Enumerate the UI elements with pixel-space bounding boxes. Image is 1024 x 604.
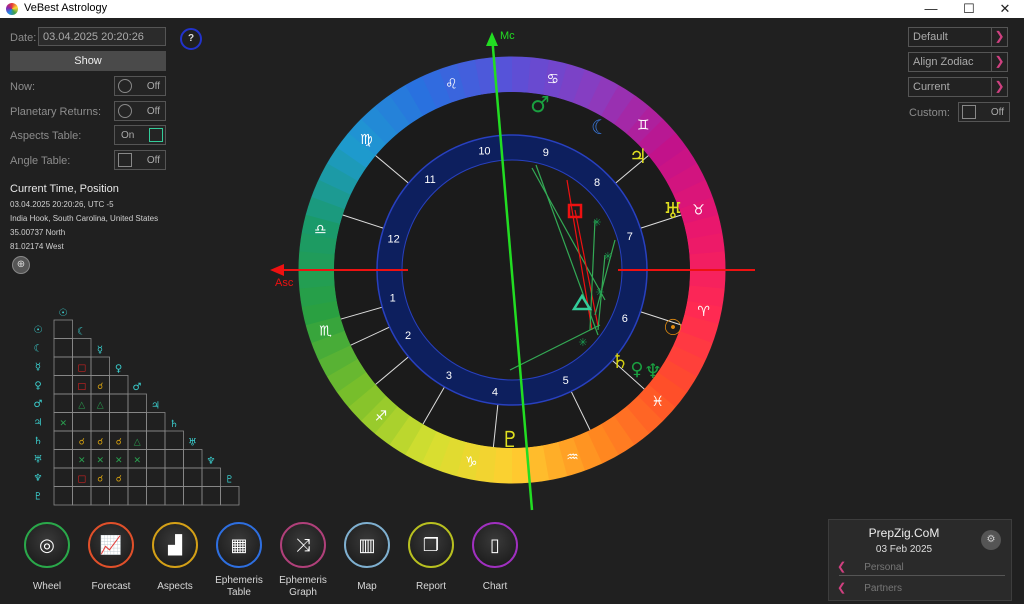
chevron-left-icon: ❮: [837, 561, 847, 573]
profile-panel: PrepZig.CoM 03 Feb 2025 ⚙ ❮ Personal ❮ Par…: [828, 519, 1012, 601]
chart-icon: ▯: [490, 534, 500, 556]
partners-label: Partners: [864, 583, 903, 594]
zodiac-glyph-0: ♈: [697, 304, 710, 320]
zodiac-glyph-5: ♍: [360, 132, 373, 148]
uranus-planet-icon: ♅: [663, 199, 683, 224]
mc-label: Mc: [500, 30, 515, 42]
sextile-mark: ✳: [578, 336, 587, 349]
zodiac-ring-segment: [510, 56, 531, 93]
nav-label: Ephemeris Table: [215, 575, 263, 598]
zodiac-glyph-9: ♑: [465, 455, 478, 471]
saturn-planet-icon: ♄: [611, 349, 629, 373]
wheel-icon: ◎: [39, 534, 55, 556]
asc-label: Asc: [275, 277, 294, 289]
partners-item[interactable]: ❮ Partners: [837, 581, 1007, 594]
house-number-3: 3: [446, 370, 452, 382]
nav-aspects-button[interactable]: ▟: [152, 522, 198, 568]
house-number-11: 11: [424, 174, 435, 186]
house-number-1: 1: [390, 293, 396, 305]
house-number-8: 8: [594, 177, 600, 189]
nav-label: Map: [357, 581, 377, 592]
house-number-4: 4: [492, 386, 498, 398]
map-icon: ▥: [358, 534, 376, 556]
zodiac-glyph-8: ♐: [375, 409, 388, 425]
neptune-planet-icon: ♆: [644, 359, 662, 383]
mc-arrowhead-icon: [486, 32, 498, 46]
report-icon: ❐: [422, 534, 440, 556]
nav-label: Forecast: [91, 581, 131, 592]
asc-arrowhead-icon: [270, 264, 284, 276]
nav-label: Chart: [482, 581, 508, 592]
profile-date: 03 Feb 2025: [875, 544, 933, 555]
sextile-mark: ✳: [595, 286, 604, 299]
forecast-icon: 📈: [99, 534, 123, 556]
nav-chart-button[interactable]: ▯: [472, 522, 518, 568]
natal-chart-wheel[interactable]: ♈♉♊♋♌♍♎♏♐♑ ♒♓123456789101112✳✳✳✳McAsc♂☾♃♅…: [0, 0, 1024, 604]
zodiac-glyph-1: ♉: [692, 202, 705, 218]
zodiac-ring-segment: [689, 268, 726, 289]
nav-label: Ephemeris Graph: [279, 575, 327, 598]
nav-label: Wheel: [32, 581, 62, 592]
personal-label: Personal: [864, 562, 904, 573]
house-number-12: 12: [388, 233, 400, 245]
zodiac-glyph-2: ♊: [637, 117, 650, 133]
nav-ephemeris-graph-button[interactable]: ⤨: [280, 522, 326, 568]
house-number-10: 10: [478, 146, 490, 158]
nav-label: Report: [415, 581, 446, 592]
panel-divider: [839, 575, 1005, 576]
nav-report-button[interactable]: ❐: [408, 522, 454, 568]
house-number-6: 6: [622, 313, 628, 325]
zodiac-glyph-6: ♎: [314, 222, 327, 238]
gear-icon[interactable]: ⚙: [981, 530, 1001, 550]
nav-ephemeris-table-button[interactable]: ▦: [216, 522, 262, 568]
nav-forecast-button[interactable]: 📈: [88, 522, 134, 568]
personal-item[interactable]: ❮ Personal: [837, 560, 1007, 573]
house-number-9: 9: [543, 147, 549, 159]
zodiac-glyph-11: ♓: [651, 394, 664, 410]
pluto-planet-icon: ♇: [500, 428, 520, 453]
mars-planet-icon: ♂: [530, 93, 550, 118]
nav-map-button[interactable]: ▥: [344, 522, 390, 568]
ephemeris-table-icon: ▦: [230, 534, 248, 556]
zodiac-glyph-10: ♒: [566, 449, 579, 465]
house-number-5: 5: [563, 375, 569, 387]
jupiter-planet-icon: ♃: [629, 144, 647, 168]
sextile-mark: ✳: [603, 250, 612, 263]
aspects-icon: ▟: [168, 534, 182, 556]
chevron-left-icon: ❮: [837, 582, 847, 594]
house-number-2: 2: [405, 330, 411, 342]
sun-planet-icon: ☉: [663, 316, 683, 341]
house-number-7: 7: [627, 231, 633, 243]
zodiac-glyph-7: ♏: [319, 324, 332, 340]
moon-planet-icon: ☾: [591, 115, 609, 139]
zodiac-glyph-3: ♋: [546, 71, 559, 87]
zodiac-glyph-4: ♌: [445, 77, 458, 93]
nav-label: Aspects: [157, 581, 193, 592]
profile-site: PrepZig.CoM: [868, 526, 940, 540]
zodiac-ring-segment: [298, 251, 335, 272]
ephemeris-graph-icon: ⤨: [295, 534, 311, 556]
venus-planet-icon: ♀: [630, 359, 643, 380]
nav-wheel-button[interactable]: ◎: [24, 522, 70, 568]
sextile-mark: ✳: [592, 216, 601, 229]
